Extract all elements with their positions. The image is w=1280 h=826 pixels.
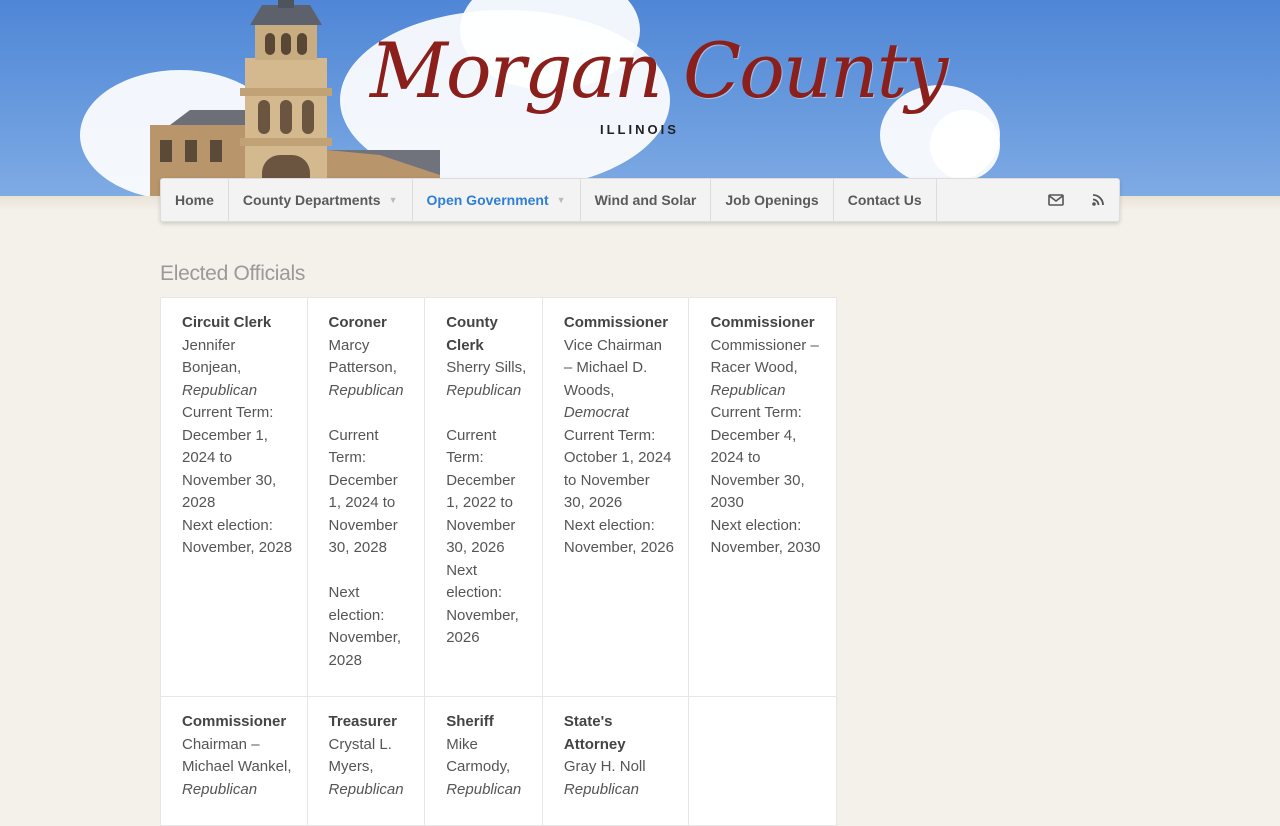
official-party: Republican xyxy=(328,381,404,399)
official-next-election: Next election: November, 2030 xyxy=(710,516,821,557)
nav-item-wind-and-solar[interactable]: Wind and Solar xyxy=(581,179,712,221)
official-cell: County Clerk Sherry Sills, Republican Cu… xyxy=(425,298,543,696)
office-title: Commissioner xyxy=(182,713,287,730)
official-party: Republican xyxy=(182,381,258,399)
official-term: Current Term: December 1, 2022 to Novemb… xyxy=(446,426,516,557)
official-next-election: Next election: November, 2026 xyxy=(446,561,519,647)
official-next-election: Next election: November, 2028 xyxy=(182,516,293,557)
table-row: Commissioner Chairman – Michael Wankel, … xyxy=(161,697,836,825)
elected-officials-table: Circuit Clerk Jennifer Bonjean, Republic… xyxy=(160,297,837,826)
chevron-down-icon: ▼ xyxy=(556,195,566,205)
cloud-decoration xyxy=(930,110,1000,180)
official-party: Republican xyxy=(563,780,639,798)
office-title: County Clerk xyxy=(446,314,498,354)
office-title: Commissioner xyxy=(563,314,669,331)
logo-script-text: Morgan County xyxy=(370,26,948,115)
official-name: Sherry Sills, xyxy=(446,359,527,376)
office-title: Coroner xyxy=(328,314,387,331)
office-title: Circuit Clerk xyxy=(182,314,272,331)
nav-item-label: County Departments xyxy=(242,192,381,208)
official-name: Commissioner – Racer Wood, xyxy=(710,336,819,377)
official-party: Democrat xyxy=(563,404,629,421)
chevron-down-icon: ▼ xyxy=(388,195,398,205)
official-party: Republican xyxy=(328,780,404,798)
official-name: Marcy Patterson, xyxy=(328,336,397,377)
page-title: Elected Officials xyxy=(160,262,306,285)
official-name: Chairman – Michael Wankel, xyxy=(182,735,292,776)
official-name: Crystal L. Myers, xyxy=(328,735,392,776)
table-row: Circuit Clerk Jennifer Bonjean, Republic… xyxy=(161,298,836,697)
official-name: Gray H. Noll xyxy=(563,758,646,775)
site-logo[interactable]: Morgan County ILLINOIS xyxy=(370,26,948,156)
nav-item-label: Wind and Solar xyxy=(594,192,697,208)
nav-item-job-openings[interactable]: Job Openings xyxy=(711,179,834,221)
nav-item-contact-us[interactable]: Contact Us xyxy=(834,179,937,221)
official-name: Jennifer Bonjean, xyxy=(182,336,242,377)
official-party: Republican xyxy=(446,780,522,798)
official-name: Mike Carmody, xyxy=(446,735,511,776)
logo-state-text: ILLINOIS xyxy=(600,122,679,137)
official-cell: Commissioner Vice Chairman – Michael D. … xyxy=(543,298,690,696)
official-cell: Coroner Marcy Patterson, Republican Curr… xyxy=(308,298,426,696)
nav-item-open-government[interactable]: Open Government ▼ xyxy=(413,179,581,221)
official-cell: State's Attorney Gray H. Noll Republican xyxy=(543,697,690,825)
envelope-icon[interactable] xyxy=(1035,179,1077,221)
office-title: Sheriff xyxy=(446,713,494,730)
official-next-election: Next election: November, 2026 xyxy=(563,516,674,557)
official-party: Republican xyxy=(710,381,786,399)
nav-item-label: Job Openings xyxy=(725,192,819,208)
official-cell: Circuit Clerk Jennifer Bonjean, Republic… xyxy=(161,298,308,696)
official-cell: Sheriff Mike Carmody, Republican xyxy=(425,697,543,825)
site-header: Morgan County ILLINOIS xyxy=(0,0,1280,196)
official-term: Current Term: December 1, 2024 to Novemb… xyxy=(328,426,398,557)
official-term: Current Term: December 1, 2024 to Novemb… xyxy=(182,404,277,511)
nav-item-label: Open Government xyxy=(426,192,549,208)
main-navigation: Home County Departments ▼ Open Governmen… xyxy=(160,178,1120,222)
nav-item-label: Home xyxy=(175,192,214,208)
nav-item-county-departments[interactable]: County Departments ▼ xyxy=(229,179,413,221)
official-next-election: Next election: November, 2028 xyxy=(328,584,402,669)
official-term: Current Term: December 4, 2024 to Novemb… xyxy=(710,404,805,511)
nav-item-label: Contact Us xyxy=(847,192,922,208)
office-title: Commissioner xyxy=(710,314,815,331)
official-name: Vice Chairman – Michael D. Woods, xyxy=(563,336,662,399)
official-term: Current Term: October 1, 2024 to Novembe… xyxy=(563,426,672,512)
official-party: Republican xyxy=(182,780,258,798)
nav-item-home[interactable]: Home xyxy=(161,179,229,221)
official-party: Republican xyxy=(446,381,522,399)
rss-icon[interactable] xyxy=(1077,179,1119,221)
office-title: Treasurer xyxy=(328,713,397,730)
official-cell: Commissioner Chairman – Michael Wankel, … xyxy=(161,697,308,825)
official-cell-empty xyxy=(689,697,836,825)
official-cell: Treasurer Crystal L. Myers, Republican xyxy=(308,697,426,825)
office-title: State's Attorney xyxy=(563,713,626,753)
official-cell: Commissioner Commissioner – Racer Wood, … xyxy=(689,298,836,696)
